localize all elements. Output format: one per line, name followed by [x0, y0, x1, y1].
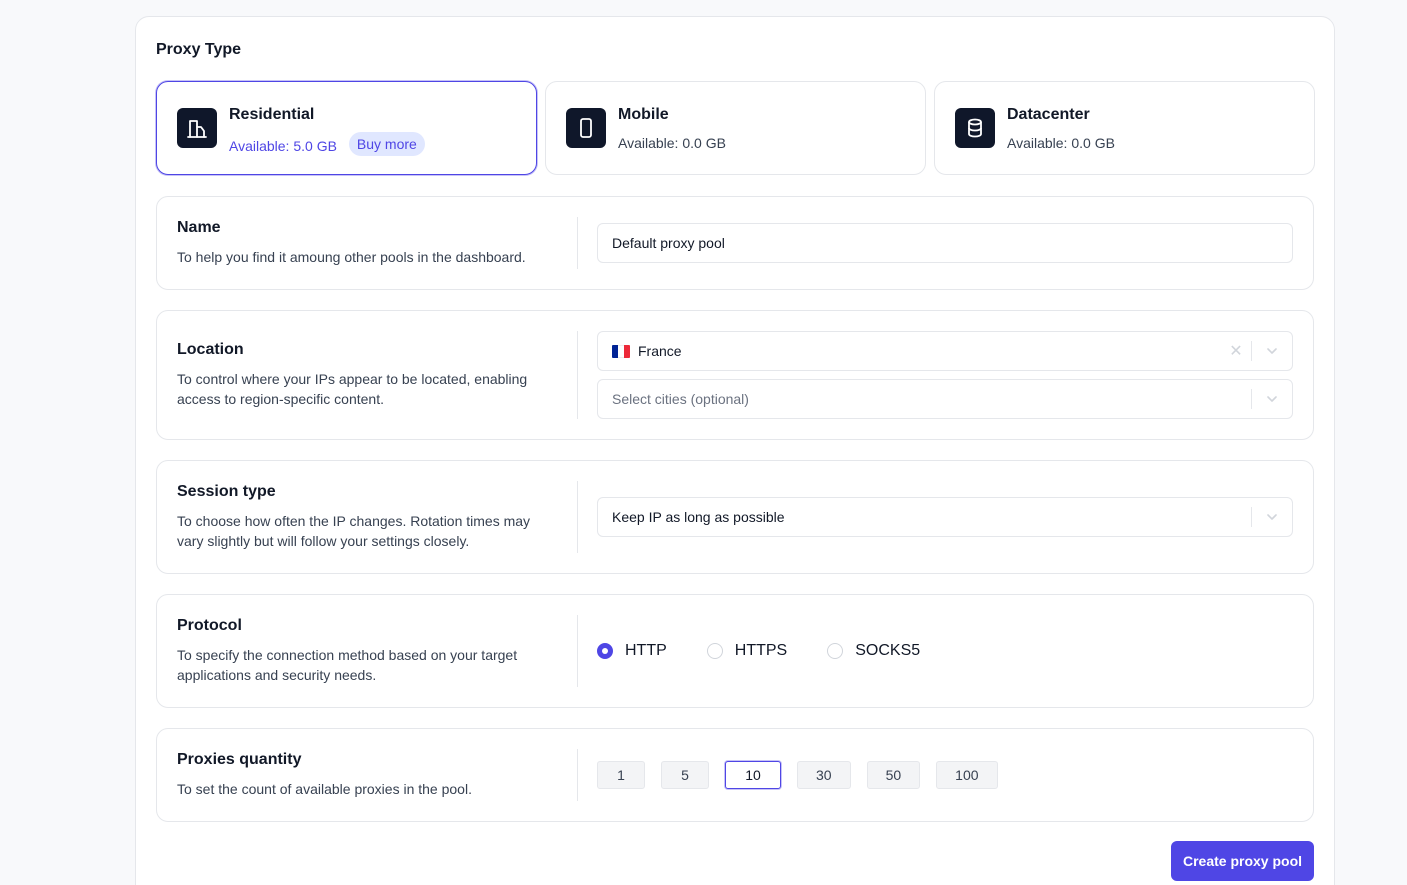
session-value: Keep IP as long as possible [612, 509, 1251, 525]
create-proxy-pool-button[interactable]: Create proxy pool [1171, 841, 1314, 881]
session-type-row: Session type To choose how often the IP … [156, 460, 1314, 574]
session-description: To choose how often the IP changes. Rota… [177, 513, 531, 549]
radio-label: HTTPS [734, 642, 788, 659]
name-label: Name [177, 219, 221, 236]
radio-button[interactable] [706, 643, 723, 659]
radio-button[interactable] [597, 643, 613, 659]
database-icon [955, 108, 995, 148]
chevron-down-icon[interactable] [1252, 392, 1292, 406]
name-description: To help you find it amoung other pools i… [177, 249, 526, 265]
country-value: France [612, 343, 1221, 359]
proxy-type-name: Datacenter [1007, 106, 1090, 123]
create-proxy-pool-form: Proxy Type Residential Available: 5.0 GB… [135, 16, 1335, 885]
protocol-label: Protocol [177, 617, 242, 634]
session-type-select[interactable]: Keep IP as long as possible [597, 497, 1293, 537]
location-label: Location [177, 341, 244, 358]
row-divider [577, 749, 578, 801]
row-divider [577, 481, 578, 553]
clear-icon[interactable]: ✕ [1221, 341, 1251, 361]
location-row: Location To control where your IPs appea… [156, 310, 1314, 440]
row-divider [577, 217, 578, 269]
quantity-option-10[interactable]: 10 [725, 761, 781, 789]
proxy-type-mobile[interactable]: Mobile Available: 0.0 GB [545, 81, 926, 175]
location-description: To control where your IPs appear to be l… [177, 371, 528, 407]
protocol-radio-group: HTTP HTTPS SOCKS5 [597, 595, 920, 707]
quantity-row-info: Proxies quantity To set the count of ava… [177, 729, 557, 821]
name-row-info: Name To help you find it amoung other po… [177, 197, 557, 289]
proxy-type-name: Mobile [618, 106, 669, 123]
quantity-description: To set the count of available proxies in… [177, 781, 472, 797]
row-divider [577, 615, 578, 687]
quantity-option-50[interactable]: 50 [866, 761, 921, 789]
country-select[interactable]: France ✕ [597, 331, 1293, 371]
protocol-description: To specify the connection method based o… [177, 647, 518, 683]
name-row: Name To help you find it amoung other po… [156, 196, 1314, 290]
radio-button[interactable] [827, 643, 844, 659]
quantity-row: Proxies quantity To set the count of ava… [156, 728, 1314, 822]
protocol-radio-socks5[interactable]: SOCKS5 [827, 642, 920, 660]
available-text: Available: 0.0 GB [618, 135, 726, 151]
protocol-row: Protocol To specify the connection metho… [156, 594, 1314, 708]
buy-more-button[interactable]: Buy more [348, 132, 425, 156]
building-icon [177, 108, 217, 148]
proxy-type-available: Available: 5.0 GB Buy more [229, 132, 425, 156]
quantity-label: Proxies quantity [177, 751, 302, 768]
cities-value: Select cities (optional) [612, 391, 1251, 407]
radio-label: HTTP [625, 642, 667, 659]
available-text: Available: 5.0 GB [229, 137, 337, 154]
proxy-type-name: Residential [229, 106, 315, 123]
available-text: Available: 0.0 GB [1007, 135, 1115, 151]
protocol-radio-https[interactable]: HTTPS [706, 642, 788, 660]
protocol-radio-http[interactable]: HTTP [597, 642, 667, 660]
france-flag-icon [612, 344, 630, 358]
proxy-type-available: Available: 0.0 GB [1007, 135, 1115, 151]
quantity-option-5[interactable]: 5 [661, 761, 709, 789]
chevron-down-icon[interactable] [1252, 510, 1292, 524]
session-label: Session type [177, 483, 276, 500]
session-row-info: Session type To choose how often the IP … [177, 461, 557, 573]
name-input[interactable]: Default proxy pool [597, 223, 1293, 263]
row-divider [577, 331, 578, 419]
location-row-info: Location To control where your IPs appea… [177, 311, 557, 439]
session-text: Keep IP as long as possible [612, 509, 785, 525]
proxy-type-options: Residential Available: 5.0 GB Buy more M… [156, 81, 1315, 175]
proxy-type-title: Proxy Type [156, 41, 242, 58]
proxy-type-available: Available: 0.0 GB [618, 135, 726, 151]
quantity-options: 1 5 10 30 50 100 [597, 761, 998, 789]
proxy-type-datacenter[interactable]: Datacenter Available: 0.0 GB [934, 81, 1315, 175]
protocol-row-info: Protocol To specify the connection metho… [177, 595, 557, 707]
cities-select[interactable]: Select cities (optional) [597, 379, 1293, 419]
smartphone-icon [566, 108, 606, 148]
chevron-down-icon[interactable] [1252, 344, 1292, 358]
quantity-option-1[interactable]: 1 [597, 761, 645, 789]
proxy-type-residential[interactable]: Residential Available: 5.0 GB Buy more [156, 81, 537, 175]
cities-placeholder: Select cities (optional) [612, 391, 749, 407]
quantity-option-30[interactable]: 30 [797, 761, 851, 789]
country-text: France [638, 343, 682, 359]
radio-label: SOCKS5 [855, 642, 921, 659]
quantity-option-100[interactable]: 100 [936, 761, 998, 789]
